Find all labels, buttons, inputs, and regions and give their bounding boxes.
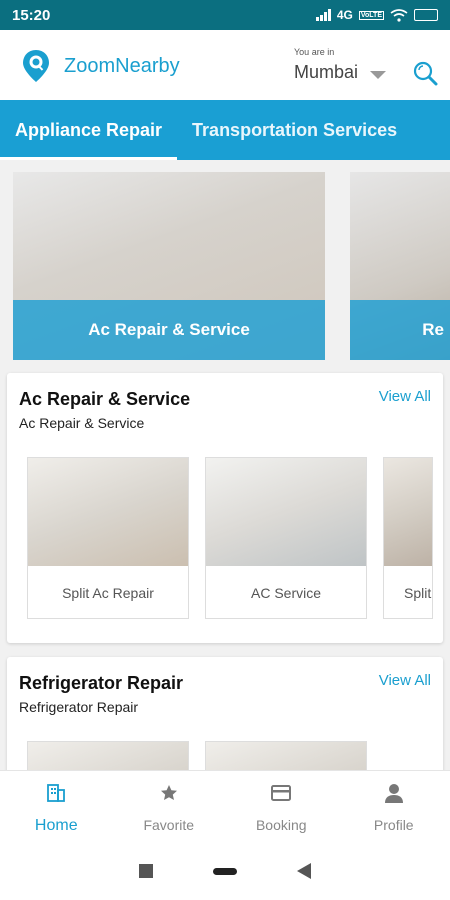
status-time: 15:20 xyxy=(12,6,51,24)
service-photo xyxy=(28,458,188,566)
location-caption: You are in xyxy=(294,47,335,57)
battery-icon xyxy=(414,9,438,21)
home-pill-icon[interactable] xyxy=(213,867,237,875)
service-label: Split Ac Repair xyxy=(62,585,154,601)
service-label: AC Service xyxy=(250,585,322,601)
star-icon xyxy=(157,781,181,805)
recent-apps-icon[interactable] xyxy=(139,864,153,878)
search-icon[interactable] xyxy=(412,60,438,86)
nav-label: Home xyxy=(34,817,78,834)
location-pin-logo-icon xyxy=(23,50,49,82)
service-item[interactable]: AC Service xyxy=(205,457,367,619)
app-header: ZoomNearby You are in Mumbai xyxy=(0,30,450,100)
service-label: Split xyxy=(404,585,432,601)
nav-booking[interactable]: Booking xyxy=(225,771,338,842)
building-icon xyxy=(44,781,68,805)
section-card: Ac Repair & Service Ac Repair & Service … xyxy=(7,373,443,643)
banner-card[interactable]: Ac Repair & Service xyxy=(13,172,325,360)
service-photo xyxy=(384,458,432,566)
nav-home[interactable]: Home xyxy=(0,771,113,842)
banner-card[interactable]: Re xyxy=(350,172,450,360)
banner-caption: Ac Repair & Service xyxy=(13,300,325,360)
service-photo xyxy=(206,458,366,566)
tab-transportation-services[interactable]: Transportation Services xyxy=(177,100,412,160)
tab-appliance-repair[interactable]: Appliance Repair xyxy=(0,100,178,160)
category-tabs: Appliance Repair Transportation Services xyxy=(0,100,450,160)
back-icon[interactable] xyxy=(297,863,311,879)
service-item[interactable]: Split Ac Repair xyxy=(27,457,189,619)
section-title: Ac Repair & Service xyxy=(19,389,191,409)
system-navigation-bar xyxy=(0,842,450,900)
city-selector[interactable]: Mumbai xyxy=(294,62,358,83)
nav-label: Profile xyxy=(373,817,414,833)
nav-label: Booking xyxy=(255,817,307,833)
volte-badge: VoLTE xyxy=(358,10,384,20)
banner-carousel[interactable]: Ac Repair & Service Re xyxy=(13,172,450,360)
card-icon xyxy=(269,781,293,805)
service-item[interactable]: Split xyxy=(383,457,433,619)
wifi-icon xyxy=(390,8,408,22)
network-type: 4G xyxy=(336,8,353,22)
status-icons: 4G VoLTE xyxy=(315,8,438,22)
nav-profile[interactable]: Profile xyxy=(338,771,450,842)
section-subtitle: Refrigerator Repair xyxy=(19,699,139,715)
bottom-navigation: Home Favorite Booking Profile xyxy=(0,770,450,842)
nav-favorite[interactable]: Favorite xyxy=(113,771,226,842)
banner-caption: Re xyxy=(350,300,450,360)
view-all-link[interactable]: View All xyxy=(379,388,431,405)
section-title: Refrigerator Repair xyxy=(19,673,184,693)
service-list: Split Ac Repair AC Service Split xyxy=(27,457,433,619)
signal-icon xyxy=(315,9,331,21)
section-card: Refrigerator Repair Refrigerator Repair … xyxy=(7,657,443,777)
nav-label: Favorite xyxy=(143,817,195,833)
person-icon xyxy=(382,781,406,805)
chevron-down-icon[interactable] xyxy=(370,71,386,79)
status-bar: 15:20 4G VoLTE xyxy=(0,0,450,30)
section-subtitle: Ac Repair & Service xyxy=(19,415,145,431)
view-all-link[interactable]: View All xyxy=(379,672,431,689)
brand-name: ZoomNearby xyxy=(64,55,180,77)
